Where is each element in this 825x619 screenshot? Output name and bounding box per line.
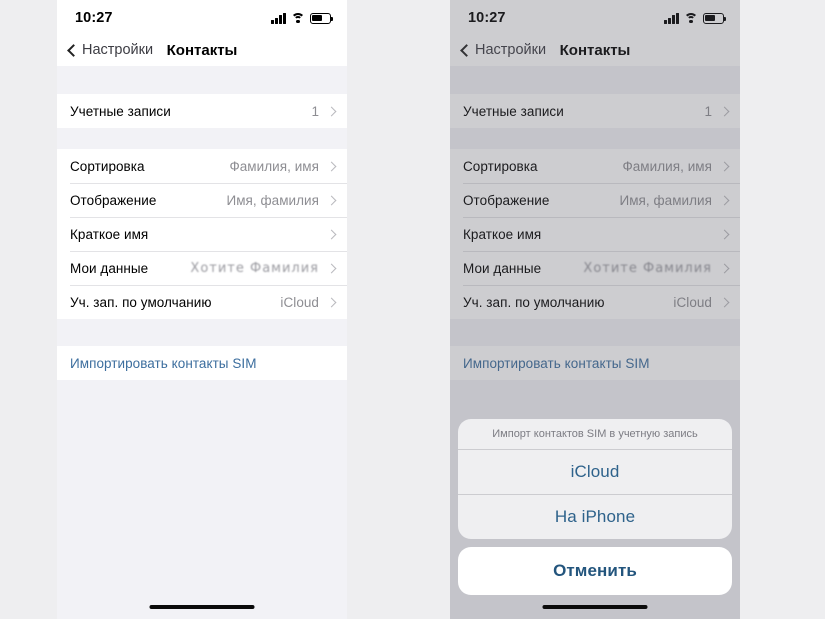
status-bar-indicators xyxy=(664,12,726,24)
row-value: Имя, фамилия xyxy=(619,192,712,208)
chevron-right-icon xyxy=(326,106,337,116)
action-sheet: Импорт контактов SIM в учетную запись iC… xyxy=(458,419,732,595)
row-label: Отображение xyxy=(463,192,550,208)
row-label: Сортировка xyxy=(463,158,538,174)
battery-icon xyxy=(310,12,333,24)
chevron-right-icon xyxy=(719,195,730,205)
row-label: Импортировать контакты SIM xyxy=(70,355,257,371)
cellular-signal-icon xyxy=(271,12,286,24)
row-label: Уч. зап. по умолчанию xyxy=(463,294,605,310)
back-button[interactable]: Настройки xyxy=(460,42,547,58)
status-bar-time: 10:27 xyxy=(75,10,113,26)
row-display-order[interactable]: Отображение Имя, фамилия xyxy=(450,183,740,217)
phone-screen-right: 10:27 Настройки Контакты Учетные записи … xyxy=(450,0,740,619)
settings-group-display: Сортировка Фамилия, имя Отображение Имя,… xyxy=(450,149,740,319)
row-default-account[interactable]: Уч. зап. по умолчанию iCloud xyxy=(450,285,740,319)
row-my-info[interactable]: Мои данные Хотите Фамилия xyxy=(57,251,347,285)
navigation-bar: Настройки Контакты xyxy=(450,34,740,66)
row-sort-order[interactable]: Сортировка Фамилия, имя xyxy=(450,149,740,183)
status-bar-time: 10:27 xyxy=(468,10,506,26)
cellular-signal-icon xyxy=(664,12,679,24)
chevron-left-icon xyxy=(67,43,80,57)
row-display-order[interactable]: Отображение Имя, фамилия xyxy=(57,183,347,217)
row-label: Краткое имя xyxy=(70,226,149,242)
settings-group-accounts: Учетные записи 1 xyxy=(57,94,347,128)
action-sheet-cancel-button[interactable]: Отменить xyxy=(458,547,732,595)
settings-group-import: Импортировать контакты SIM xyxy=(450,346,740,380)
action-sheet-card: Импорт контактов SIM в учетную запись iC… xyxy=(458,419,732,539)
row-label: Учетные записи xyxy=(463,103,564,119)
wifi-icon xyxy=(684,12,698,24)
row-value: iCloud xyxy=(280,294,319,310)
chevron-right-icon xyxy=(719,263,730,273)
wifi-icon xyxy=(291,12,305,24)
action-sheet-title: Импорт контактов SIM в учетную запись xyxy=(492,428,698,440)
row-value: Фамилия, имя xyxy=(229,158,319,174)
chevron-right-icon xyxy=(326,195,337,205)
action-sheet-option-on-iphone[interactable]: На iPhone xyxy=(458,495,732,539)
row-value: iCloud xyxy=(673,294,712,310)
row-label: Краткое имя xyxy=(463,226,542,242)
row-value: 1 xyxy=(704,103,712,119)
row-label: Импортировать контакты SIM xyxy=(463,355,650,371)
row-accounts[interactable]: Учетные записи 1 xyxy=(57,94,347,128)
row-label: Сортировка xyxy=(70,158,145,174)
row-value: Имя, фамилия xyxy=(226,192,319,208)
row-import-sim-contacts[interactable]: Импортировать контакты SIM xyxy=(57,346,347,380)
row-value-redacted: Хотите Фамилия xyxy=(583,260,712,276)
row-label: Отображение xyxy=(70,192,157,208)
row-my-info[interactable]: Мои данные Хотите Фамилия xyxy=(450,251,740,285)
settings-group-import: Импортировать контакты SIM xyxy=(57,346,347,380)
row-short-name[interactable]: Краткое имя xyxy=(450,217,740,251)
row-label: Уч. зап. по умолчанию xyxy=(70,294,212,310)
chevron-right-icon xyxy=(326,263,337,273)
home-indicator xyxy=(542,605,648,609)
settings-group-accounts: Учетные записи 1 xyxy=(450,94,740,128)
navigation-bar: Настройки Контакты xyxy=(57,34,347,66)
action-sheet-option-icloud[interactable]: iCloud xyxy=(458,450,732,494)
status-bar: 10:27 xyxy=(450,0,740,34)
status-bar: 10:27 xyxy=(57,0,347,34)
row-value-redacted: Хотите Фамилия xyxy=(190,260,319,276)
chevron-right-icon xyxy=(326,297,337,307)
back-button-label: Настройки xyxy=(82,42,154,58)
row-import-sim-contacts[interactable]: Импортировать контакты SIM xyxy=(450,346,740,380)
row-short-name[interactable]: Краткое имя xyxy=(57,217,347,251)
status-bar-indicators xyxy=(271,12,333,24)
chevron-right-icon xyxy=(719,229,730,239)
row-value: 1 xyxy=(311,103,319,119)
settings-list: Учетные записи 1 Сортировка Фамилия, имя… xyxy=(57,66,347,619)
row-label: Учетные записи xyxy=(70,103,171,119)
row-accounts[interactable]: Учетные записи 1 xyxy=(450,94,740,128)
home-indicator xyxy=(149,605,255,609)
screenshot-stage: 10:27 Настройки Контакты Учетные записи … xyxy=(0,0,825,619)
row-default-account[interactable]: Уч. зап. по умолчанию iCloud xyxy=(57,285,347,319)
row-label: Мои данные xyxy=(70,260,149,276)
row-sort-order[interactable]: Сортировка Фамилия, имя xyxy=(57,149,347,183)
back-button[interactable]: Настройки xyxy=(67,42,154,58)
row-value: Фамилия, имя xyxy=(622,158,712,174)
phone-screen-left: 10:27 Настройки Контакты Учетные записи … xyxy=(57,0,347,619)
battery-icon xyxy=(703,12,726,24)
row-label: Мои данные xyxy=(463,260,542,276)
back-button-label: Настройки xyxy=(475,42,547,58)
chevron-right-icon xyxy=(326,161,337,171)
chevron-right-icon xyxy=(326,229,337,239)
chevron-left-icon xyxy=(460,43,473,57)
chevron-right-icon xyxy=(719,161,730,171)
chevron-right-icon xyxy=(719,297,730,307)
chevron-right-icon xyxy=(719,106,730,116)
settings-group-display: Сортировка Фамилия, имя Отображение Имя,… xyxy=(57,149,347,319)
